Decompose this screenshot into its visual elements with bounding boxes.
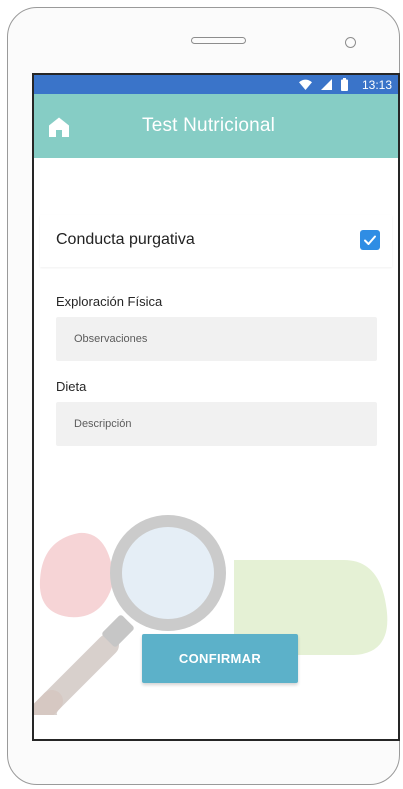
signal-icon: [321, 79, 332, 90]
conducta-purgativa-label: Conducta purgativa: [56, 231, 195, 248]
home-icon[interactable]: [48, 116, 70, 138]
battery-icon: [341, 78, 348, 91]
observaciones-input[interactable]: [56, 317, 377, 361]
wifi-icon: [299, 79, 312, 90]
status-icons: [299, 78, 348, 91]
exploracion-field[interactable]: [56, 317, 377, 361]
confirm-button[interactable]: CONFIRMAR: [142, 634, 298, 683]
exploracion-label: Exploración Física: [56, 294, 163, 309]
dieta-field[interactable]: [56, 402, 377, 446]
app-screen: 13:13 Test Nutricional Conducta purgativ…: [32, 73, 400, 741]
phone-speaker: [191, 37, 246, 44]
status-time: 13:13: [361, 78, 392, 92]
check-icon: [364, 235, 376, 245]
descripcion-input[interactable]: [56, 402, 377, 446]
page-title: Test Nutricional: [142, 115, 276, 136]
status-bar: 13:13: [34, 75, 398, 94]
phone-camera: [345, 37, 356, 48]
form-card: Exploración Física Dieta: [40, 269, 392, 512]
conducta-purgativa-checkbox[interactable]: [360, 230, 380, 250]
conducta-purgativa-row[interactable]: Conducta purgativa: [40, 215, 392, 267]
phone-frame: 13:13 Test Nutricional Conducta purgativ…: [7, 7, 400, 785]
dieta-label: Dieta: [56, 379, 87, 394]
app-bar: Test Nutricional: [34, 94, 398, 158]
